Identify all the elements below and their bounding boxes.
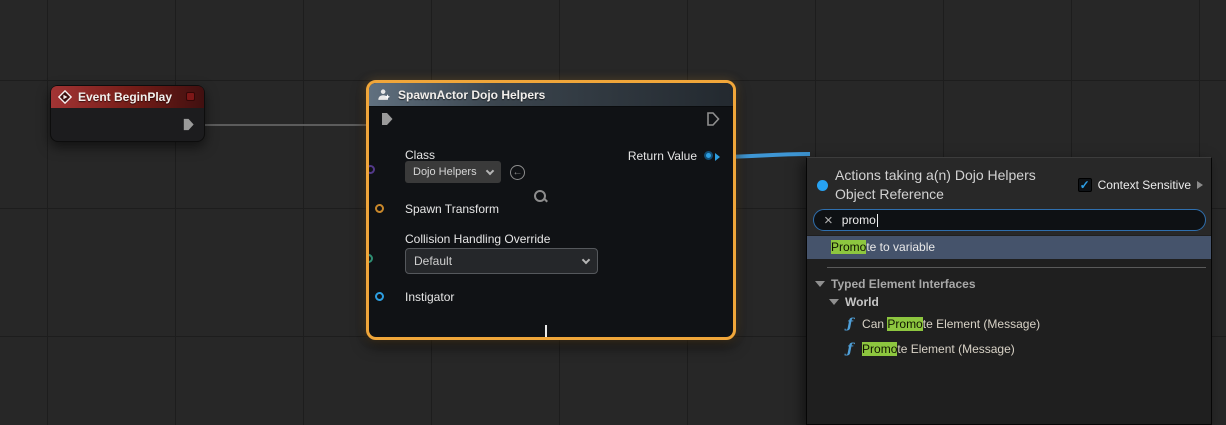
context-menu-title-line2: Object Reference xyxy=(835,185,1036,204)
search-match-highlight: Promo xyxy=(887,317,922,331)
text-caret xyxy=(877,214,878,227)
label-suffix: te Element (Message) xyxy=(923,317,1040,331)
label-suffix: te Element (Message) xyxy=(897,342,1014,356)
instigator-label: Instigator xyxy=(405,290,454,304)
spawn-actor-icon xyxy=(377,88,391,102)
object-reference-dot-icon xyxy=(817,180,828,191)
spawnactor-header[interactable]: SpawnActor Dojo Helpers xyxy=(369,83,733,107)
menu-item-label: Promote Element (Message) xyxy=(862,342,1015,356)
node-title: Event BeginPlay xyxy=(78,90,172,104)
context-sensitive-label: Context Sensitive xyxy=(1098,178,1191,192)
class-pin[interactable] xyxy=(366,165,375,174)
event-icon xyxy=(58,90,72,104)
node-spawnactor-dojo-helpers[interactable]: SpawnActor Dojo Helpers Class Dojo Helpe… xyxy=(366,80,736,340)
advanced-pins-expander[interactable] xyxy=(545,325,557,333)
collision-override-value: Default xyxy=(414,254,452,268)
spawn-transform-label: Spawn Transform xyxy=(405,202,499,216)
context-sensitive-checkbox[interactable]: ✓ xyxy=(1078,178,1092,192)
search-match-highlight: Promo xyxy=(831,240,866,254)
category-typed-element-interfaces[interactable]: Typed Element Interfaces xyxy=(815,274,976,294)
actions-context-menu[interactable]: Actions taking a(n) Dojo Helpers Object … xyxy=(806,157,1212,425)
node-state-chip xyxy=(186,92,195,101)
menu-item-can-promote-element[interactable]: ƒ Can Promote Element (Message) xyxy=(847,312,1040,336)
collapse-triangle-icon[interactable] xyxy=(815,281,825,287)
chevron-down-icon xyxy=(582,255,590,263)
context-menu-header: Actions taking a(n) Dojo Helpers Object … xyxy=(807,158,1211,235)
function-icon: ƒ xyxy=(847,341,853,357)
context-menu-title-line1: Actions taking a(n) Dojo Helpers xyxy=(835,166,1036,185)
return-value-pin[interactable] xyxy=(704,151,713,160)
collision-override-select[interactable]: Default xyxy=(405,248,598,274)
collapse-triangle-icon[interactable] xyxy=(829,299,839,305)
function-icon: ƒ xyxy=(847,316,853,332)
search-input-value: promo xyxy=(842,213,876,227)
collision-override-pin[interactable] xyxy=(366,254,373,263)
exec-in-pin[interactable] xyxy=(379,111,395,127)
chevron-down-icon xyxy=(545,325,547,340)
menu-item-promote-element[interactable]: ƒ Promote Element (Message) xyxy=(847,337,1015,361)
menu-separator xyxy=(827,267,1206,268)
menu-item-label: Can Promote Element (Message) xyxy=(862,317,1040,331)
context-menu-title: Actions taking a(n) Dojo Helpers Object … xyxy=(835,166,1036,204)
spawn-transform-pin[interactable] xyxy=(375,204,384,213)
use-selected-asset-icon[interactable]: ← xyxy=(510,165,525,180)
chevron-down-icon xyxy=(486,166,494,174)
search-match-highlight: Promo xyxy=(862,342,897,356)
browse-asset-icon[interactable] xyxy=(532,189,548,205)
collision-override-label: Collision Handling Override xyxy=(405,232,550,246)
node-event-beginplay[interactable]: Event BeginPlay xyxy=(50,85,205,142)
label-prefix: Can xyxy=(862,317,887,331)
return-value-pin-arrow xyxy=(715,153,720,161)
blueprint-graph-canvas[interactable]: Event BeginPlay SpawnActor Dojo Helpers xyxy=(0,0,1226,425)
node-title: SpawnActor Dojo Helpers xyxy=(398,88,545,102)
return-value-label: Return Value xyxy=(628,149,697,163)
expand-right-icon[interactable] xyxy=(1197,181,1203,189)
category-label: Typed Element Interfaces xyxy=(831,277,976,291)
category-world[interactable]: World xyxy=(829,292,879,312)
class-select-value: Dojo Helpers xyxy=(413,166,477,178)
event-beginplay-header[interactable]: Event BeginPlay xyxy=(51,86,204,108)
exec-out-pin[interactable] xyxy=(181,117,196,132)
search-input[interactable]: × promo xyxy=(813,209,1206,231)
menu-item-promote-to-variable[interactable]: Promote to variable xyxy=(807,236,1211,259)
context-sensitive-toggle[interactable]: ✓ Context Sensitive xyxy=(1078,178,1203,192)
subcategory-label: World xyxy=(845,295,879,309)
class-select[interactable]: Dojo Helpers xyxy=(405,161,501,183)
menu-item-label: te to variable xyxy=(866,240,935,254)
instigator-pin[interactable] xyxy=(375,292,384,301)
exec-out-pin[interactable] xyxy=(705,111,721,127)
clear-search-icon[interactable]: × xyxy=(824,213,833,228)
class-pin-label: Class xyxy=(405,148,435,162)
